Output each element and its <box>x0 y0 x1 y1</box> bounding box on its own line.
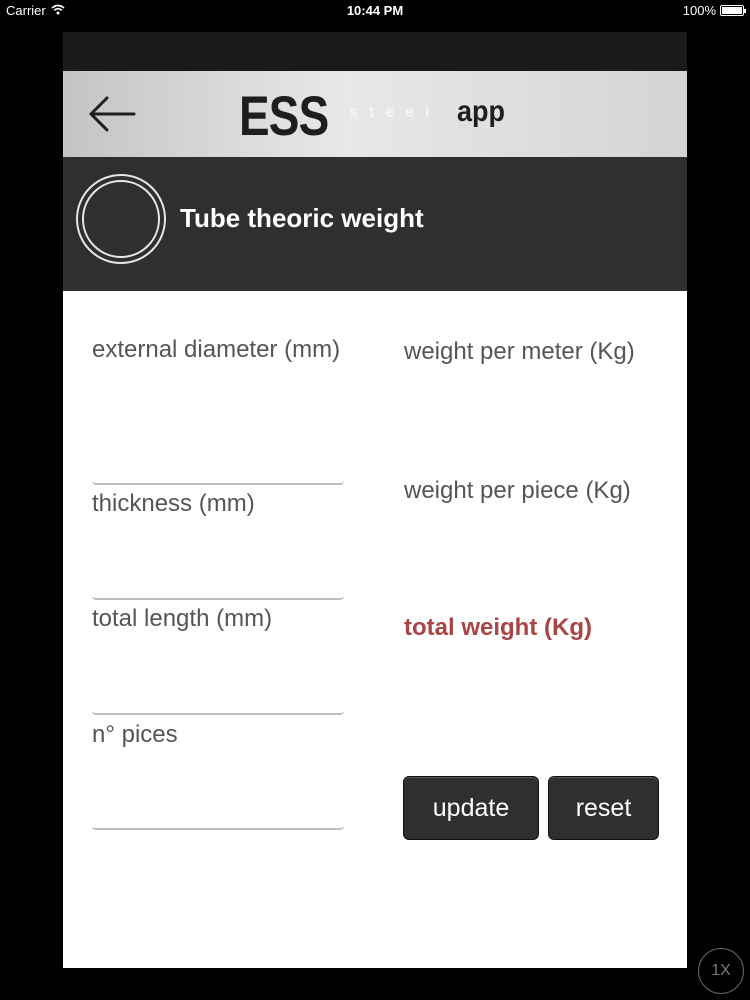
status-time: 10:44 PM <box>346 3 404 18</box>
external-diameter-label: external diameter (mm) <box>92 336 341 363</box>
thickness-label: thickness (mm) <box>92 490 255 517</box>
back-button[interactable] <box>85 91 139 137</box>
weight-per-meter-label: weight per meter (Kg) <box>404 338 635 365</box>
battery-icon <box>720 5 746 16</box>
status-right: 100% <box>682 3 746 18</box>
top-strip <box>63 32 687 71</box>
zoom-badge[interactable]: 1X <box>698 948 744 994</box>
weight-per-piece-label: weight per piece (Kg) <box>404 477 631 504</box>
total-weight-label: total weight (Kg) <box>404 614 592 641</box>
arrow-left-icon <box>89 96 136 132</box>
total-length-input[interactable] <box>92 675 344 715</box>
pieces-input[interactable] <box>92 790 344 830</box>
title-band: Tube theoric weight <box>63 157 687 291</box>
logo-ess: ESS <box>239 84 329 147</box>
app-window: ESS steel app Tube theoric weight extern… <box>63 32 687 968</box>
logo-steel: steel <box>349 104 441 121</box>
battery-percent: 100% <box>682 3 716 18</box>
tube-icon <box>76 174 166 264</box>
logo-app: app <box>457 95 506 128</box>
app-header: ESS steel app <box>63 71 687 157</box>
status-bar: Carrier 10:44 PM 100% <box>0 0 750 22</box>
update-button[interactable]: update <box>403 776 539 840</box>
page-title: Tube theoric weight <box>180 203 424 233</box>
thickness-input[interactable] <box>92 560 344 600</box>
pieces-label: n° pices <box>92 721 178 748</box>
total-length-label: total length (mm) <box>92 605 273 632</box>
reset-button[interactable]: reset <box>548 776 659 840</box>
external-diameter-input[interactable] <box>92 445 344 485</box>
